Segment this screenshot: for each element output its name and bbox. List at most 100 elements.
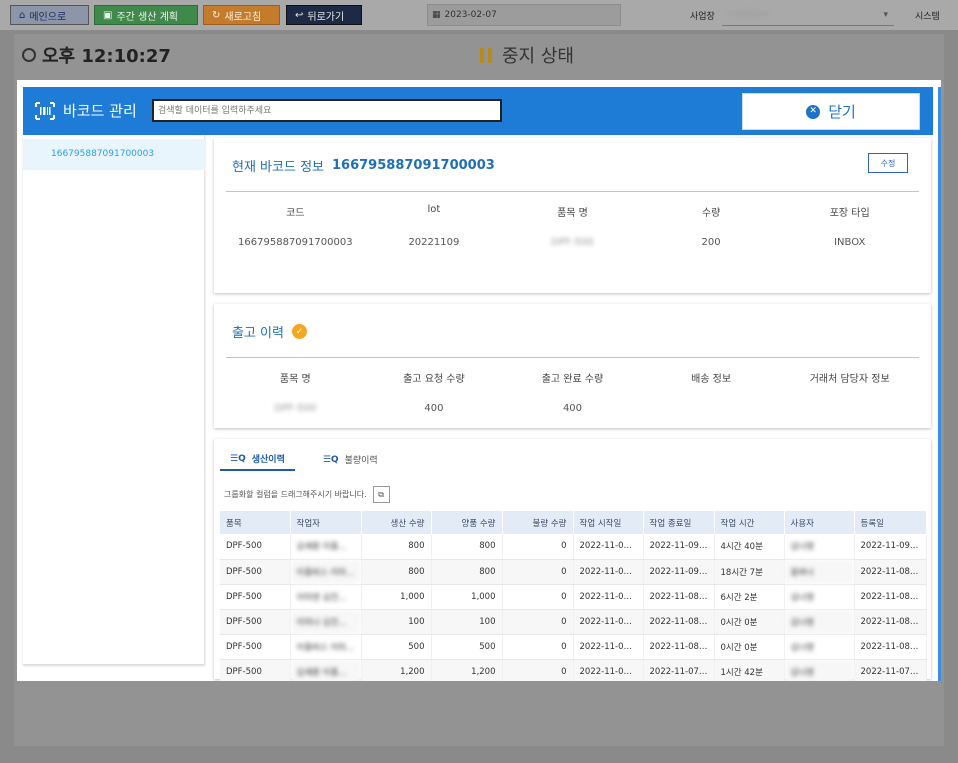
close-button[interactable]: ✕ 닫기 (742, 93, 920, 130)
divider (226, 191, 919, 192)
table-cell: 2022-11-08 ... (573, 609, 644, 635)
save-icon: ▣ (103, 9, 113, 21)
table-cell: 500 (431, 634, 503, 660)
top-toolbar: ⌂ 메인으로 ▣ 주간 생산 계획 ↻ 새로고침 ↩ 뒤로가기 ▦ 2023-02-07 … (0, 0, 958, 30)
system-button[interactable]: 시스템 (915, 9, 940, 22)
column-header[interactable]: 작업 종료일 (643, 511, 715, 534)
table-cell: 500 (361, 634, 432, 660)
table-cell: DPF-500 (220, 609, 291, 635)
table-cell: 2022-11-08 ... (854, 559, 927, 585)
table-cell: 2022-11-08 ... (573, 559, 644, 585)
date-picker[interactable]: ▦ 2023-02-07 (427, 4, 621, 26)
table-cell: 김나영 (784, 584, 855, 610)
table-cell: 6시간 2분 (714, 584, 785, 610)
barcode-search-input[interactable] (152, 99, 502, 122)
tab-production-history[interactable]: ☰Q 생산이력 (220, 452, 295, 471)
refresh-button[interactable]: ↻ 새로고침 (203, 5, 280, 25)
table-cell: 김세환 이플... (290, 534, 362, 560)
table-header-row: 품목 작업자 생산 수량 양품 수량 불량 수량 작업 시작일 작업 종료일 작업 시간 사용자… (220, 511, 927, 534)
table-cell: 2022-11-07 ... (573, 659, 644, 681)
column-chooser-icon[interactable]: ⧉ (372, 486, 390, 503)
shipment-values: DPF-500 400 400 (274, 403, 583, 414)
table-cell: 2022-11-08 ... (643, 584, 715, 610)
home-icon: ⌂ (19, 9, 26, 21)
table-cell: 2022-11-09 ... (643, 559, 715, 585)
table-cell: 800 (361, 534, 432, 560)
table-cell: 2022-11-08 ... (854, 584, 927, 610)
modal-header: 바코드 관리 ✕ 닫기 (23, 87, 933, 135)
table-cell: 홍바나 (784, 559, 855, 585)
business-select[interactable]: **바이오** ▾ (722, 4, 894, 26)
table-cell: DPF-500 (220, 659, 291, 681)
group-hint: 그룹화할 컬럼을 드래그해주시기 바랍니다. ⧉ (224, 486, 390, 503)
table-cell: DPF-500 (220, 584, 291, 610)
column-header[interactable]: 불량 수량 (502, 511, 574, 534)
table-cell: 2022-11-09 ... (573, 534, 644, 560)
table-cell: 800 (431, 559, 503, 585)
clock: 오후 12:10:27 (22, 42, 171, 68)
table-cell: 100 (431, 609, 503, 635)
column-header[interactable]: 생산 수량 (361, 511, 432, 534)
calendar-icon: ▦ (432, 10, 441, 20)
table-cell: 김나영 (784, 609, 855, 635)
table-cell: 김세환 이플... (290, 659, 362, 681)
table-cell: 0시간 0분 (714, 634, 785, 660)
shipment-history-title: 출고 이력 ✓ (232, 322, 307, 341)
table-cell: 1,200 (431, 659, 503, 681)
list-search-icon: ☰Q (322, 454, 339, 465)
tab-defect-history[interactable]: ☰Q 불량이력 (313, 452, 388, 471)
barcode-icon (35, 102, 55, 120)
column-header[interactable]: 사용자 (784, 511, 855, 534)
table-cell: 김나영 (784, 634, 855, 660)
column-header[interactable]: 작업 시작일 (573, 511, 644, 534)
table-cell: 이플비스 이미... (290, 634, 362, 660)
barcode-info-values: 166795887091700003 20221109 DPF-500 200 … (238, 237, 866, 248)
shipment-history-card: 출고 이력 ✓ 품목 명 출고 요청 수량 출고 완료 수량 배송 정보 거래처… (214, 304, 931, 428)
weekly-plan-button[interactable]: ▣ 주간 생산 계획 (94, 5, 198, 25)
clock-icon (22, 48, 36, 62)
table-cell: 2022-11-09 ... (854, 534, 927, 560)
table-cell: 김나영 (784, 659, 855, 681)
table-row[interactable]: DPF-500 김세환 이플... 1,200 1,200 0 2022-11-07 ..… (220, 659, 927, 681)
column-header[interactable]: 등록일 (854, 511, 927, 534)
table-cell: 2022-11-07 ... (854, 659, 927, 681)
column-header[interactable]: 작업자 (290, 511, 362, 534)
barcode-modal: 바코드 관리 ✕ 닫기 166795887091700003 현재 바코드 정보… (17, 80, 941, 681)
machine-state: 중지 상태 (480, 42, 574, 68)
table-cell: 2022-11-07 ... (643, 659, 715, 681)
column-header[interactable]: 품목 (220, 511, 291, 534)
table-cell: 0 (502, 609, 574, 635)
main-button[interactable]: ⌂ 메인으로 (10, 5, 89, 25)
barcode-info-title: 현재 바코드 정보 166795887091700003 (232, 158, 495, 175)
table-row[interactable]: DPF-500 이미연 김진... 1,000 1,000 0 2022-11-08 ..… (220, 584, 927, 610)
table-row[interactable]: DPF-500 이플비스 이미... 500 500 0 2022-11-08 ... 20… (220, 634, 927, 660)
scrollbar[interactable] (938, 87, 941, 681)
table-cell: 2022-11-08 ... (643, 609, 715, 635)
table-cell: 1시간 42분 (714, 659, 785, 681)
list-search-icon: ☰Q (230, 453, 246, 464)
table-cell: 2022-11-08 ... (854, 609, 927, 635)
table-cell: 18시간 7분 (714, 559, 785, 585)
table-row[interactable]: DPF-500 김세환 이플... 800 800 0 2022-11-09 ... 202… (220, 534, 927, 560)
barcode-list-item[interactable]: 166795887091700003 (23, 139, 205, 170)
table-row[interactable]: DPF-500 이플비스 이미... 800 800 0 2022-11-08 ... 20… (220, 559, 927, 585)
table-cell: 1,200 (361, 659, 432, 681)
edit-button[interactable]: 수정 (868, 153, 908, 173)
close-icon: ✕ (806, 104, 821, 119)
chevron-down-icon: ▾ (883, 9, 888, 20)
table-cell: DPF-500 (220, 559, 291, 585)
column-header[interactable]: 양품 수량 (431, 511, 503, 534)
business-label: 사업장 (690, 12, 715, 22)
table-cell: 0 (502, 659, 574, 681)
table-cell: 이미나 김진... (290, 609, 362, 635)
back-button[interactable]: ↩ 뒤로가기 (286, 5, 362, 25)
table-cell: 1,000 (431, 584, 503, 610)
table-cell: 0시간 0분 (714, 609, 785, 635)
table-cell: 김나영 (784, 534, 855, 560)
back-arrow-icon: ↩ (295, 9, 304, 21)
table-cell: 2022-11-08 ... (854, 634, 927, 660)
table-row[interactable]: DPF-500 이미나 김진... 100 100 0 2022-11-08 ... 202… (220, 609, 927, 635)
column-header[interactable]: 작업 시간 (714, 511, 785, 534)
table-cell: 100 (361, 609, 432, 635)
barcode-info-headers: 코드 lot 품목 명 수량 포장 타입 (286, 204, 870, 219)
